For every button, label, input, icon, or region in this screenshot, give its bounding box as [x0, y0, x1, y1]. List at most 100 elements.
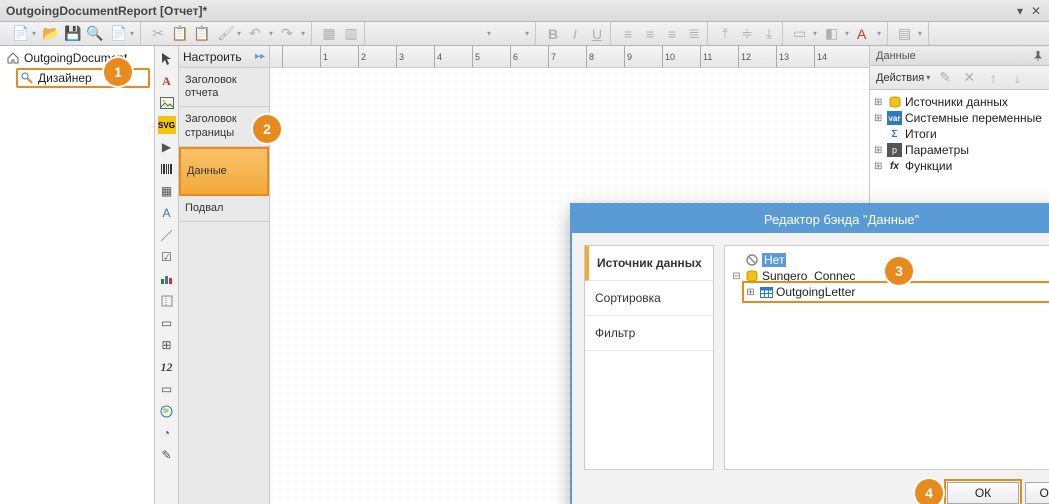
label-tool-icon[interactable]: ▭	[158, 380, 176, 398]
data-node-functions[interactable]: ⊞ fx Функции	[872, 158, 1047, 174]
down-icon[interactable]: ↓	[1008, 69, 1026, 87]
dropdown-icon[interactable]: ▾	[1013, 4, 1027, 18]
data-node-sources[interactable]: ⊞ Источники данных	[872, 94, 1047, 110]
ruler: 1 2 3 4 5 6 7 8 9 10 11 12 13 14	[270, 46, 869, 68]
dialog-tabs: Источник данных Сортировка Фильтр	[584, 245, 714, 470]
shape-tool-icon[interactable]: ▶	[158, 138, 176, 156]
callout-1: 1	[104, 58, 132, 86]
titlebar: OutgoingDocumentReport [Отчет]* ▾ ✕	[0, 0, 1049, 22]
cancel-button[interactable]: Отмена	[1025, 482, 1049, 504]
dialog-title: Редактор бэнда "Данные"	[572, 205, 1049, 233]
dialog-tab-filter[interactable]: Фильтр	[585, 316, 713, 351]
textcolor-button[interactable]: A	[855, 25, 883, 43]
line-tool-icon[interactable]: ／	[158, 226, 176, 244]
underline-button[interactable]: U	[588, 25, 606, 43]
database-icon	[887, 95, 902, 109]
dialog-tab-sort[interactable]: Сортировка	[585, 281, 713, 316]
align-right-button[interactable]: ≡	[663, 25, 681, 43]
page-button[interactable]: 📄	[108, 25, 136, 43]
format-button[interactable]: 🖌	[215, 25, 243, 43]
fill-button[interactable]: ◧	[823, 25, 851, 43]
cut-button[interactable]: ✂	[149, 25, 167, 43]
italic-button[interactable]: I	[566, 25, 584, 43]
expand-icon[interactable]: ⊞	[874, 145, 884, 156]
new-button[interactable]: 📄	[10, 25, 38, 43]
gear-wrench-icon	[20, 71, 34, 85]
forbidden-icon	[744, 253, 760, 267]
actions-dropdown[interactable]: Действия ▾	[876, 72, 930, 84]
project-tree: OutgoingDocument Дизайнер 1	[0, 46, 155, 504]
var-icon: var	[887, 111, 902, 125]
richtext-tool-icon[interactable]: A	[158, 204, 176, 222]
signature-tool-icon[interactable]: ✎	[158, 446, 176, 464]
chart-tool-icon[interactable]	[158, 270, 176, 288]
bands-collapse-icon[interactable]: ▸▸	[255, 51, 265, 62]
save-button[interactable]: 💾	[64, 25, 82, 43]
border-button[interactable]: ▭	[791, 25, 819, 43]
expand-icon[interactable]: ⊞	[745, 287, 756, 298]
align-center-button[interactable]: ≡	[641, 25, 659, 43]
up-icon[interactable]: ↑	[984, 69, 1002, 87]
style-button[interactable]: ▤	[896, 25, 924, 43]
expand-icon[interactable]: ⊞	[874, 97, 884, 108]
app-window: OutgoingDocumentReport [Отчет]* ▾ ✕ 📄 📂 …	[0, 0, 1049, 504]
delete-icon[interactable]: ✕	[960, 69, 978, 87]
data-node-sysvars[interactable]: ⊞ var Системные переменные	[872, 110, 1047, 126]
counter-tool-icon[interactable]: 12	[158, 358, 176, 376]
new-datasource-icon[interactable]: ✎	[936, 69, 954, 87]
dialog-tab-datasource[interactable]: Источник данных	[585, 246, 713, 281]
band-page-header[interactable]: Заголовок страницы 2	[179, 107, 269, 146]
align-left-button[interactable]: ≡	[619, 25, 637, 43]
svg-tool-icon[interactable]: SVG	[158, 116, 176, 134]
group-button[interactable]: ▦	[320, 25, 338, 43]
cross-tool-icon[interactable]: ⊞	[158, 336, 176, 354]
toolbox: A SVG ▶ ▦ A ／ ☑ ▭ ⊞ 12 ▭	[155, 46, 179, 504]
data-node-totals[interactable]: Σ Итоги	[872, 126, 1047, 142]
valign-bot-button[interactable]: ⤓	[760, 25, 778, 43]
align-justify-button[interactable]: ≣	[685, 25, 703, 43]
fontsize-select[interactable]	[497, 25, 531, 43]
paste-button[interactable]: 📋	[193, 25, 211, 43]
zip-tool-icon[interactable]	[158, 292, 176, 310]
data-panel-header: Данные	[870, 46, 1049, 66]
expand-icon[interactable]: ⊞	[874, 161, 884, 172]
pointer-tool-icon[interactable]	[158, 50, 176, 68]
gauge-tool-icon[interactable]: ◔	[158, 424, 176, 442]
map-tool-icon[interactable]	[158, 402, 176, 420]
band-footer[interactable]: Подвал	[179, 196, 269, 222]
redo-button[interactable]: ↷	[279, 25, 307, 43]
project-designer-label: Дизайнер	[38, 71, 92, 85]
checkbox-tool-icon[interactable]: ☑	[158, 248, 176, 266]
data-node-params[interactable]: ⊞ p Параметры	[872, 142, 1047, 158]
valign-top-button[interactable]: ⤒	[716, 25, 734, 43]
ok-button[interactable]: ОК	[947, 482, 1019, 504]
callout-4: 4	[915, 479, 943, 504]
text-tool-icon[interactable]: A	[158, 72, 176, 90]
open-button[interactable]: 📂	[42, 25, 60, 43]
font-select[interactable]	[373, 25, 493, 43]
valign-mid-button[interactable]: ≑	[738, 25, 756, 43]
band-report-title[interactable]: Заголовок отчета	[179, 68, 269, 107]
table-tool-icon[interactable]: ▦	[158, 182, 176, 200]
pin-icon[interactable]	[1033, 51, 1043, 61]
close-window-icon[interactable]: ✕	[1029, 4, 1043, 18]
data-panel-toolbar: Действия ▾ ✎ ✕ ↑ ↓	[870, 66, 1049, 90]
expand-icon[interactable]: ⊞	[874, 113, 884, 124]
barcode-tool-icon[interactable]	[158, 160, 176, 178]
sigma-icon: Σ	[887, 127, 902, 141]
copy-button[interactable]: 📋	[171, 25, 189, 43]
bold-button[interactable]: B	[544, 25, 562, 43]
bands-header-label: Настроить	[183, 50, 242, 64]
collapse-icon[interactable]: ⊟	[731, 271, 742, 282]
param-icon: p	[887, 143, 902, 157]
ungroup-button[interactable]: ▥	[342, 25, 360, 43]
image-tool-icon[interactable]	[158, 94, 176, 112]
body: OutgoingDocument Дизайнер 1 A SVG ▶	[0, 46, 1049, 504]
band-data[interactable]: Данные	[179, 147, 269, 196]
undo-button[interactable]: ↶	[247, 25, 275, 43]
subreport-tool-icon[interactable]: ▭	[158, 314, 176, 332]
datasource-table-node[interactable]: ⊞ OutgoingLetter	[745, 284, 1049, 300]
preview-button[interactable]: 🔍	[86, 25, 104, 43]
main-toolbar: 📄 📂 💾 🔍 📄 ✂ 📋 📋 🖌 ↶ ↷ ▦ ▥ B I U	[0, 22, 1049, 46]
bands-panel: Настроить ▸▸ Заголовок отчета Заголовок …	[179, 46, 270, 504]
